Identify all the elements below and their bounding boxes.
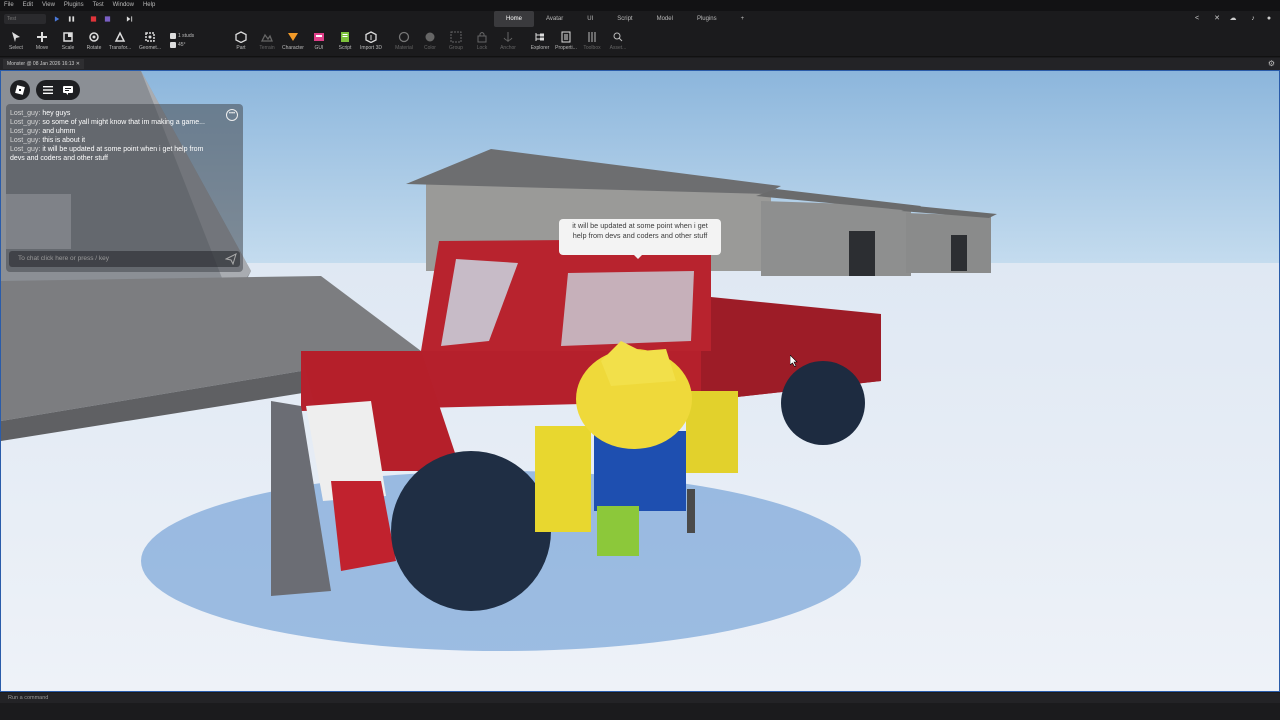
- rotate-snap-checkbox[interactable]: [170, 41, 176, 48]
- chat-input[interactable]: To chat click here or press / key: [9, 251, 240, 267]
- part-cube-icon: [235, 31, 247, 43]
- cloud-icon[interactable]: ☁: [1229, 15, 1237, 23]
- chat-input-placeholder: To chat click here or press / key: [18, 255, 110, 262]
- import3d-icon: [365, 31, 377, 43]
- client-server-icon[interactable]: [104, 15, 111, 23]
- play-mode-dropdown[interactable]: Test: [4, 14, 46, 24]
- move-snap-row[interactable]: 1 studs: [170, 32, 194, 41]
- chat-message: Lost_guy: so some of yall might know tha…: [10, 119, 205, 126]
- mouse-cursor-icon: [790, 355, 798, 367]
- menu-plugins[interactable]: Plugins: [64, 0, 84, 11]
- tab-add[interactable]: +: [729, 11, 757, 27]
- color-icon: [425, 32, 435, 42]
- hamburger-icon[interactable]: [43, 86, 53, 94]
- tab-avatar[interactable]: Avatar: [534, 11, 575, 27]
- properties-icon: [561, 31, 571, 43]
- game-viewport[interactable]: Lost_guy: hey guys Lost_guy: so some of …: [0, 70, 1280, 692]
- chat-messages: Lost_guy: hey guys Lost_guy: so some of …: [10, 109, 210, 163]
- roblox-menu-button[interactable]: [10, 80, 30, 100]
- assets-icon: [613, 32, 623, 42]
- anchor-icon: [503, 32, 513, 42]
- command-input-placeholder: Run a command: [8, 695, 49, 701]
- import3d-tool[interactable]: Import 3D: [356, 29, 386, 55]
- ribbon-tab-row: Test Home Avatar UI Script Model Plugins…: [0, 11, 1280, 27]
- move-icon: [37, 32, 47, 42]
- menu-test[interactable]: Test: [93, 0, 104, 11]
- gui-icon: [314, 33, 324, 41]
- script-icon: [341, 32, 349, 42]
- document-tab[interactable]: Monster @ 08 Jan 2026 16:13 ✕: [3, 59, 84, 69]
- tab-model[interactable]: Model: [645, 11, 685, 27]
- geometry-icon: [145, 32, 155, 42]
- menu-bar: File Edit View Plugins Test Window Help: [0, 0, 1280, 11]
- tab-script[interactable]: Script: [605, 11, 644, 27]
- viewport-settings-icon[interactable]: ⚙: [1268, 59, 1275, 68]
- material-icon: [398, 31, 410, 43]
- group-icon: [450, 31, 462, 43]
- cursor-icon: [12, 32, 20, 42]
- menu-file[interactable]: File: [4, 0, 14, 11]
- lock-icon: [477, 32, 487, 43]
- send-icon[interactable]: [225, 253, 237, 265]
- transform-tool[interactable]: Transfor...: [105, 29, 135, 55]
- tab-plugins[interactable]: Plugins: [685, 11, 729, 27]
- menu-edit[interactable]: Edit: [23, 0, 33, 11]
- chat-message: Lost_guy: hey guys: [10, 110, 71, 117]
- play-here-icon[interactable]: [126, 15, 133, 23]
- rotate-snap-row[interactable]: 45°: [170, 41, 194, 50]
- anchor-tool[interactable]: Anchor: [493, 29, 523, 55]
- tab-home[interactable]: Home: [494, 11, 535, 27]
- collaborate-icon[interactable]: ✕: [1213, 15, 1221, 23]
- chat-message: Lost_guy: and uhmm: [10, 128, 76, 135]
- character-icon: [288, 33, 298, 41]
- menu-view[interactable]: View: [42, 0, 55, 11]
- game-menu-buttons: [36, 80, 80, 100]
- chat-message: Lost_guy: this is about it: [10, 137, 86, 144]
- ribbon-tabs: Home Avatar UI Script Model Plugins +: [494, 11, 756, 27]
- snap-settings: 1 studs 45°: [170, 32, 194, 50]
- document-tab-label: Monster @ 08 Jan 2026 16:13: [7, 61, 75, 67]
- notifications-icon[interactable]: ♪: [1249, 15, 1257, 23]
- menu-window[interactable]: Window: [113, 0, 134, 11]
- speech-bubble-tail: [633, 254, 643, 259]
- toolbox-icon: [588, 32, 596, 42]
- command-bar: Run a command: [0, 692, 1280, 720]
- chat-message: Lost_guy: it will be updated at some poi…: [10, 146, 204, 162]
- step-icon[interactable]: [54, 15, 61, 23]
- profile-icon[interactable]: ●: [1265, 15, 1273, 23]
- assets-tool[interactable]: Asset...: [603, 29, 633, 55]
- move-snap-value[interactable]: 1 studs: [178, 33, 194, 39]
- chat-toggle-icon[interactable]: [63, 85, 73, 95]
- speech-bubble: it will be updated at some point when i …: [559, 219, 721, 255]
- tab-ui[interactable]: UI: [575, 11, 605, 27]
- rotate-snap-value[interactable]: 45°: [178, 42, 186, 48]
- pause-icon[interactable]: [68, 15, 75, 23]
- chat-window[interactable]: Lost_guy: hey guys Lost_guy: so some of …: [6, 104, 243, 272]
- share-icon[interactable]: <: [1193, 15, 1201, 23]
- scale-icon: [63, 32, 73, 42]
- stop-icon[interactable]: [90, 15, 97, 23]
- close-tab-icon[interactable]: ✕: [76, 61, 80, 67]
- command-input[interactable]: Run a command: [0, 693, 1280, 703]
- roblox-logo-icon: [15, 85, 25, 95]
- geometry-tool[interactable]: Geomet...: [135, 29, 165, 55]
- chat-image-placeholder: [6, 194, 71, 249]
- menu-help[interactable]: Help: [143, 0, 155, 11]
- document-tab-strip: Monster @ 08 Jan 2026 16:13 ✕ ⚙: [0, 58, 1280, 70]
- explorer-icon: [535, 33, 544, 41]
- terrain-icon: [261, 33, 273, 42]
- chat-options-icon[interactable]: •••: [226, 109, 238, 121]
- move-snap-checkbox[interactable]: [170, 32, 176, 39]
- rotate-icon: [89, 32, 99, 42]
- transform-icon: [114, 31, 126, 42]
